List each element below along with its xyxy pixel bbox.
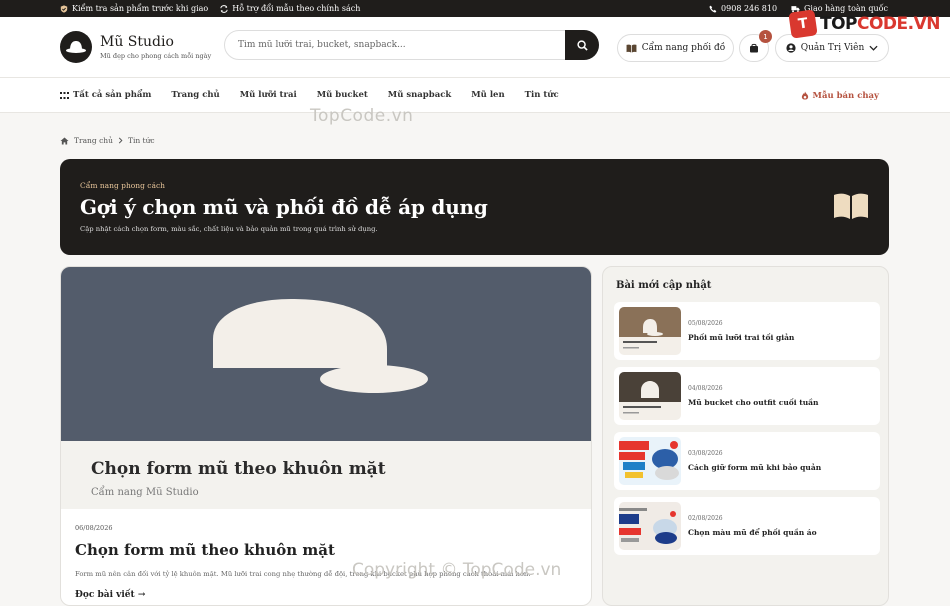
recent-post-date: 03/08/2026 bbox=[688, 450, 723, 457]
book-icon bbox=[626, 44, 637, 53]
home-icon bbox=[60, 136, 69, 145]
breadcrumb: Trang chủ Tin tức bbox=[60, 136, 155, 145]
hero-title: Gợi ý chọn mũ và phối đồ dễ áp dụng bbox=[80, 195, 488, 219]
topcode-logo-text: TOPCODE.VN bbox=[819, 14, 941, 34]
chevron-right-icon bbox=[118, 137, 123, 144]
nav-all-products-label: Tất cả sản phẩm bbox=[73, 90, 152, 100]
recent-post-thumbnail bbox=[619, 307, 681, 355]
chevron-down-icon bbox=[869, 45, 878, 51]
hero-description: Cập nhật cách chọn form, màu sắc, chất l… bbox=[80, 225, 378, 233]
nav-beanies[interactable]: Mũ len bbox=[471, 90, 504, 100]
recent-post-item[interactable]: 04/08/2026 Mũ bucket cho outfit cuối tuầ… bbox=[614, 367, 880, 425]
recent-post-thumbnail bbox=[619, 502, 681, 550]
cart-count-badge: 1 bbox=[759, 30, 772, 43]
category-navigation: Tất cả sản phẩm Trang chủ Mũ lưỡi trai M… bbox=[0, 78, 950, 113]
search-input[interactable] bbox=[225, 40, 565, 50]
featured-image-title: Chọn form mũ theo khuôn mặt bbox=[91, 459, 386, 479]
recent-post-item[interactable]: 05/08/2026 Phối mũ lưỡi trai tối giản bbox=[614, 302, 880, 360]
recent-post-title[interactable]: Mũ bucket cho outfit cuối tuần bbox=[688, 398, 818, 407]
recent-post-date: 02/08/2026 bbox=[688, 515, 723, 522]
user-name: Quản Trị Viên bbox=[800, 43, 865, 53]
grid-icon bbox=[60, 91, 69, 99]
recent-post-item[interactable]: 03/08/2026 Cách giữ form mũ khi bảo quản bbox=[614, 432, 880, 490]
recent-post-title[interactable]: Phối mũ lưỡi trai tối giản bbox=[688, 333, 794, 342]
shield-check-icon bbox=[60, 4, 68, 13]
search-icon bbox=[576, 39, 588, 51]
featured-article-date: 06/08/2026 bbox=[75, 524, 113, 532]
best-sellers-label: Mẫu bán chạy bbox=[812, 90, 879, 101]
recent-post-thumbnail bbox=[619, 372, 681, 420]
nav-bucket-hats[interactable]: Mũ bucket bbox=[317, 90, 368, 100]
nav-baseball-caps[interactable]: Mũ lưỡi trai bbox=[240, 90, 297, 100]
exchange-icon bbox=[220, 4, 228, 13]
featured-article-card[interactable]: Chọn form mũ theo khuôn mặt Cẩm nang Mũ … bbox=[60, 266, 592, 606]
flame-icon bbox=[801, 91, 808, 100]
hat-illustration bbox=[213, 299, 428, 393]
topcode-watermark-logo: T TOPCODE.VN bbox=[788, 9, 941, 39]
page-hero-banner: Cẩm nang phong cách Gợi ý chọn mũ và phố… bbox=[60, 159, 889, 255]
nav-best-sellers[interactable]: Mẫu bán chạy bbox=[801, 78, 879, 113]
shopping-bag-icon bbox=[750, 43, 758, 53]
user-menu-button[interactable]: Quản Trị Viên bbox=[775, 34, 889, 62]
recent-post-date: 05/08/2026 bbox=[688, 320, 723, 327]
featured-image-subtitle: Cẩm nang Mũ Studio bbox=[91, 487, 199, 498]
search-bar bbox=[224, 30, 599, 60]
hat-logo-icon bbox=[60, 31, 92, 63]
breadcrumb-current: Tin tức bbox=[127, 136, 155, 145]
nav-news[interactable]: Tin tức bbox=[525, 90, 559, 100]
style-guide-label: Cẩm nang phối đồ bbox=[641, 43, 726, 53]
nav-snapback-hats[interactable]: Mũ snapback bbox=[388, 90, 451, 100]
watermark-text: TopCode.vn bbox=[310, 106, 414, 126]
sidebar-heading: Bài mới cập nhật bbox=[616, 280, 712, 291]
search-button[interactable] bbox=[565, 30, 599, 60]
open-book-icon bbox=[834, 193, 868, 219]
inspection-notice-text: Kiểm tra sản phẩm trước khi giao bbox=[72, 4, 209, 13]
nav-all-products[interactable]: Tất cả sản phẩm bbox=[60, 90, 151, 100]
exchange-notice: Hỗ trợ đổi mẫu theo chính sách bbox=[220, 4, 360, 13]
style-guide-button[interactable]: Cẩm nang phối đồ bbox=[617, 34, 734, 62]
recent-post-title[interactable]: Chọn màu mũ để phối quần áo bbox=[688, 528, 817, 537]
brand-tagline: Mũ đẹp cho phong cách mỗi ngày bbox=[100, 52, 212, 60]
breadcrumb-home[interactable]: Trang chủ bbox=[74, 136, 113, 145]
brand-name: Mũ Studio bbox=[100, 34, 174, 50]
recent-post-thumbnail bbox=[619, 437, 681, 485]
recent-post-date: 04/08/2026 bbox=[688, 385, 723, 392]
featured-image-caption: Chọn form mũ theo khuôn mặt Cẩm nang Mũ … bbox=[61, 441, 591, 509]
topcode-badge: T bbox=[788, 9, 818, 39]
phone-icon bbox=[709, 5, 717, 13]
featured-article-title[interactable]: Chọn form mũ theo khuôn mặt bbox=[75, 541, 335, 559]
user-icon bbox=[786, 43, 796, 53]
hero-kicker: Cẩm nang phong cách bbox=[80, 181, 166, 190]
hotline[interactable]: 0908 246 810 bbox=[709, 4, 777, 13]
copyright-watermark: Copyright © TopCode.vn bbox=[352, 560, 562, 580]
recent-post-item[interactable]: 02/08/2026 Chọn màu mũ để phối quần áo bbox=[614, 497, 880, 555]
inspection-notice: Kiểm tra sản phẩm trước khi giao bbox=[60, 4, 208, 13]
featured-article-image[interactable] bbox=[61, 267, 591, 441]
recent-posts-sidebar: Bài mới cập nhật 05/08/2026 Phối mũ lưỡi… bbox=[602, 266, 889, 606]
nav-home[interactable]: Trang chủ bbox=[171, 90, 219, 100]
hotline-number: 0908 246 810 bbox=[721, 4, 778, 13]
brand-logo-link[interactable]: Mũ Studio Mũ đẹp cho phong cách mỗi ngày bbox=[60, 31, 211, 63]
exchange-notice-text: Hỗ trợ đổi mẫu theo chính sách bbox=[232, 4, 361, 13]
recent-post-title[interactable]: Cách giữ form mũ khi bảo quản bbox=[688, 463, 821, 472]
